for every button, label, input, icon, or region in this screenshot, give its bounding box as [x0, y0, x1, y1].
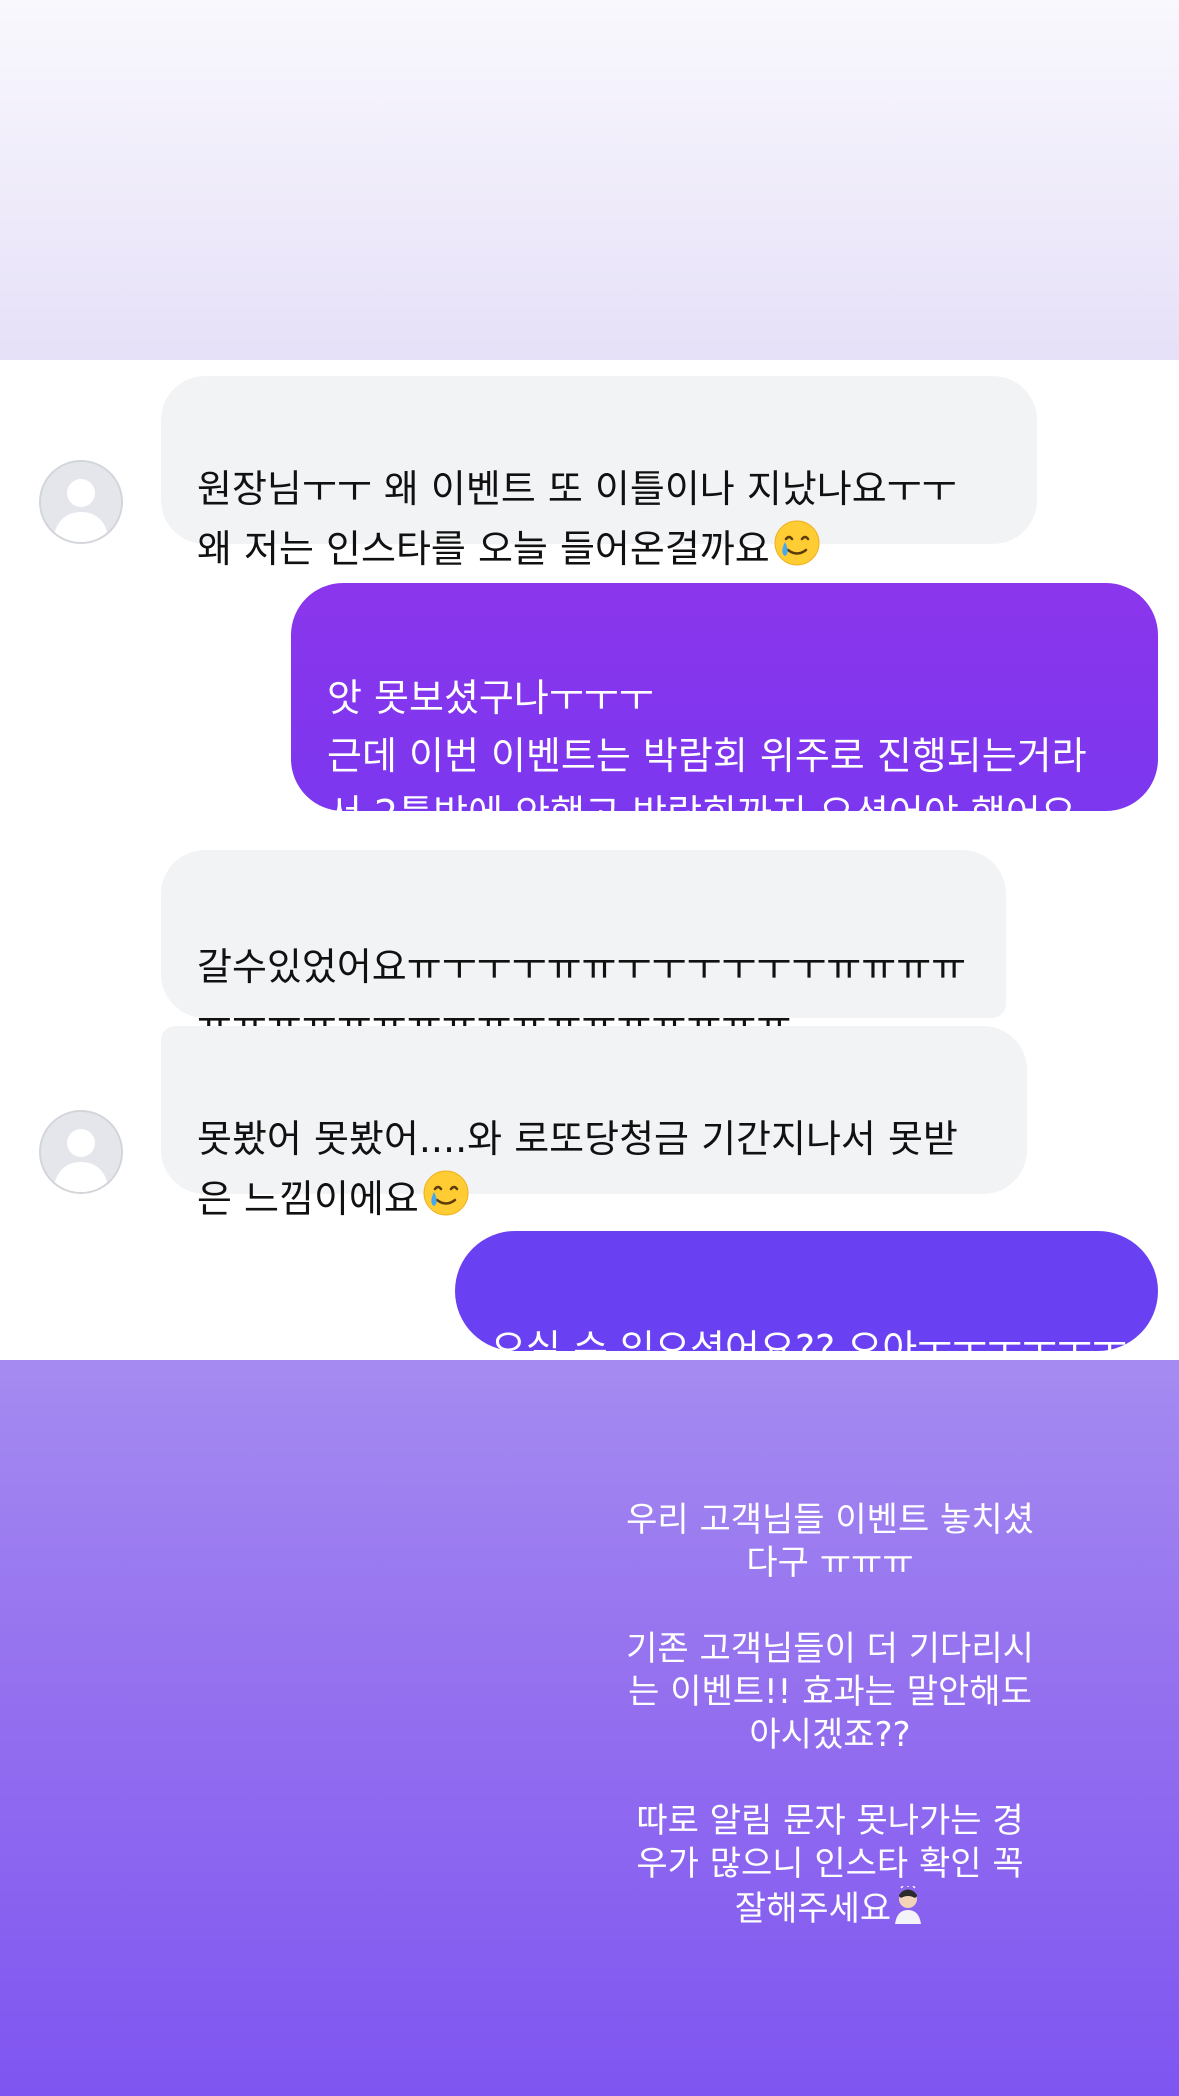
- person-bowing-emoji-icon: [891, 1885, 925, 1935]
- crying-smile-emoji-icon: [421, 1168, 471, 1234]
- outgoing-message: 앗 못보셨구나ㅜㅜㅜ 근데 이번 이벤트는 박람회 위주로 진행되는거라 서 2…: [291, 583, 1158, 836]
- default-profile-icon: [41, 1112, 121, 1192]
- outgoing-message: 오실 수 있으셨어요?? 으아ㅜㅜㅜㅜㅜㅜ: [455, 1231, 1158, 1371]
- caption-paragraph-2: 기존 고객님들이 더 기다리시 는 이벤트!! 효과는 말안해도 아시겠죠??: [600, 1585, 1060, 1757]
- message-text: 앗 못보셨구나ㅜㅜㅜ 근데 이번 이벤트는 박람회 위주로 진행되는거라 서 2…: [327, 676, 1087, 836]
- crying-smile-emoji-icon: [772, 518, 822, 584]
- default-profile-icon: [41, 462, 121, 542]
- caption-paragraph-3: 따로 알림 문자 못나가는 경 우가 많으니 인스타 확인 꼭 잘해주세요: [600, 1757, 1060, 1935]
- caption-text: 따로 알림 문자 못나가는 경 우가 많으니 인스타 확인 꼭 잘해주세요: [636, 1801, 1024, 1929]
- caption-text: 우리 고객님들 이벤트 놓치셨 다구 ㅠㅠㅠ: [626, 1500, 1034, 1583]
- incoming-message: 못봤어 못봤어....와 로또당청금 기간지나서 못받 은 느낌이에요: [161, 1026, 1027, 1221]
- sender-avatar: [39, 1110, 123, 1194]
- caption-paragraph-1: 우리 고객님들 이벤트 놓치셨 다구 ㅠㅠㅠ: [600, 1456, 1060, 1585]
- incoming-message: 갈수있었어요ㅠㅜㅜㅜㅠㅠㅜㅜㅜㅜㅜㅜㅠㅠㅠㅠ ㅠㅠㅠㅠㅠㅠㅠㅠㅠㅠㅠㅠㅠㅠㅠㅠㅠ: [161, 850, 1006, 1047]
- caption-text: 기존 고객님들이 더 기다리시 는 이벤트!! 효과는 말안해도 아시겠죠??: [626, 1629, 1034, 1755]
- incoming-message: 원장님ㅜㅜ 왜 이벤트 또 이틀이나 지났나요ㅜㅜ 왜 저는 인스타를 오늘 들…: [161, 376, 1037, 571]
- story-top-background: [0, 0, 1179, 360]
- sender-avatar: [39, 460, 123, 544]
